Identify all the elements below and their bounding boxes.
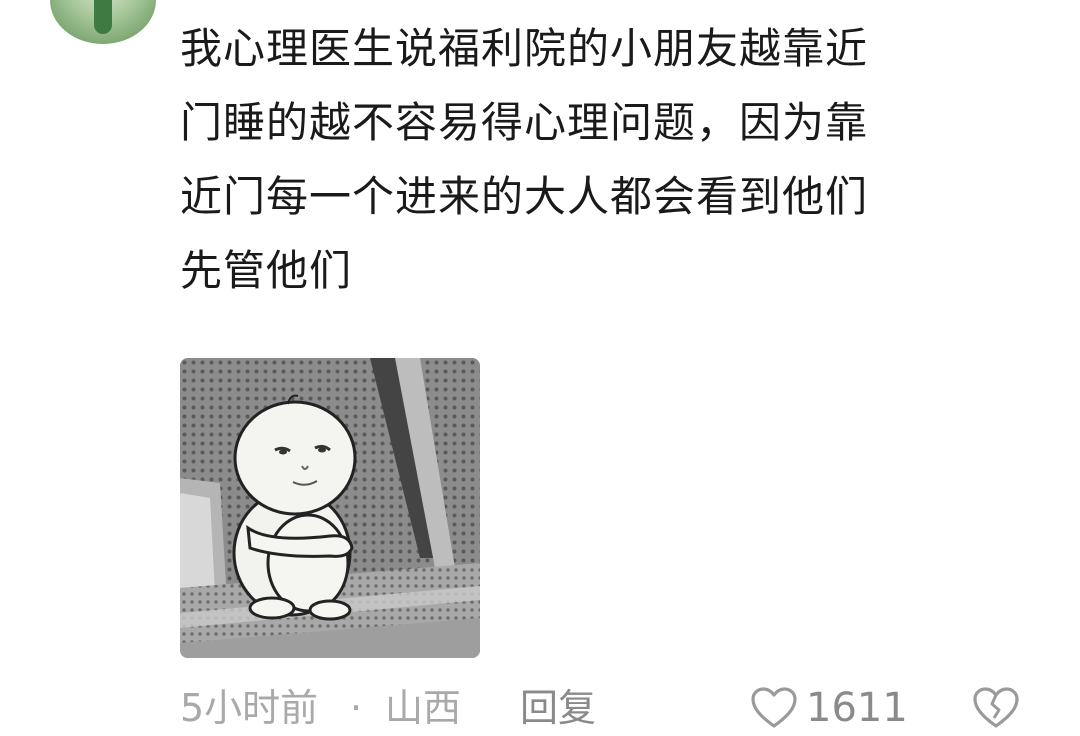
avatar[interactable] xyxy=(50,0,156,44)
timestamp: 5小时前 xyxy=(180,686,319,730)
like-button[interactable]: 1611 xyxy=(750,680,908,736)
broken-heart-icon[interactable] xyxy=(972,686,1020,730)
comment-line: 先管他们 xyxy=(180,246,353,295)
meta-separator: · xyxy=(350,686,363,730)
like-count: 1611 xyxy=(806,685,908,731)
location: 山西 xyxy=(385,686,462,730)
sticker-image[interactable] xyxy=(180,358,480,658)
sticker-illustration xyxy=(180,358,480,658)
heart-icon xyxy=(751,687,797,728)
comment-item: 我心理医生说福利院的小朋友越靠近 门睡的越不容易得心理问题，因为靠 近门每一个进… xyxy=(0,0,1080,736)
comment-line: 我心理医生说福利院的小朋友越靠近 xyxy=(180,24,869,73)
comment-line: 近门每一个进来的大人都会看到他们 xyxy=(180,172,869,221)
comment-text: 我心理医生说福利院的小朋友越靠近 门睡的越不容易得心理问题，因为靠 近门每一个进… xyxy=(180,12,1010,308)
comment-meta: 5小时前 · 山西 回复 1611 xyxy=(180,680,1040,736)
reply-button[interactable]: 回复 xyxy=(520,680,596,736)
avatar-figure xyxy=(94,0,112,34)
comment-line: 门睡的越不容易得心理问题，因为靠 xyxy=(180,98,869,147)
